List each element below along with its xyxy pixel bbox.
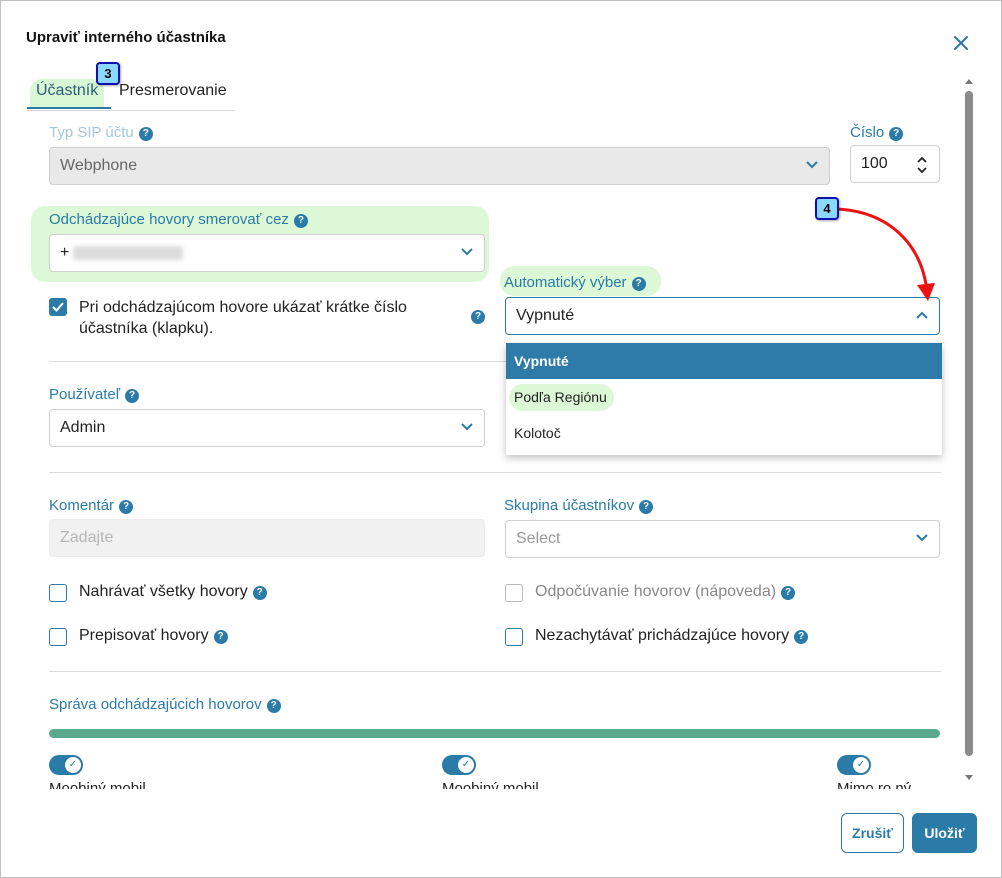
number-value: 100	[861, 155, 888, 172]
divider	[49, 671, 941, 672]
annotation-badge-3: 3	[96, 62, 120, 85]
comment-input[interactable]: Zadajte	[49, 519, 485, 557]
show-extension-line1: Pri odchádzajúcom hovore ukázať krátke č…	[79, 299, 407, 316]
eavesdrop-label: Odpočúvanie hovorov (nápoveda)?	[535, 583, 796, 601]
number-input[interactable]: 100	[850, 145, 940, 183]
option-kolotoc[interactable]: Kolotoč	[506, 415, 942, 451]
help-icon[interactable]: ?	[781, 586, 796, 600]
divider	[49, 472, 941, 473]
user-label: Používateľ?	[49, 386, 140, 403]
tab-redirect[interactable]: Presmerovanie	[119, 79, 227, 107]
scroll-down-icon[interactable]	[964, 774, 974, 782]
option-podla-regionu[interactable]: Podľa Regiónu	[506, 379, 942, 415]
no-intercept-label: Nezachytávať prichádzajúce hovory?	[535, 627, 809, 645]
help-icon[interactable]: ?	[266, 699, 281, 713]
outgoing-route-value: +	[60, 244, 70, 261]
tab-bar: Účastník Presmerovanie	[26, 79, 235, 111]
record-all-label: Nahrávať všetky hovory?	[79, 583, 267, 601]
auto-select-value: Vypnuté	[516, 307, 575, 324]
show-extension-label: Pri odchádzajúcom hovore ukázať krátke č…	[79, 297, 407, 339]
help-icon[interactable]: ?	[889, 127, 904, 141]
group-select[interactable]: Select	[505, 520, 940, 558]
help-icon[interactable]: ?	[119, 500, 134, 514]
help-icon[interactable]: ?	[631, 277, 646, 291]
help-icon[interactable]: ?	[471, 310, 485, 324]
check-icon	[52, 302, 64, 312]
auto-select-dropdown: Vypnuté Podľa Regiónu Kolotoč	[506, 343, 942, 455]
show-extension-line2: účastníka (klapku).	[79, 320, 214, 337]
help-icon[interactable]: ?	[794, 630, 809, 644]
chevron-down-icon	[916, 534, 928, 542]
help-icon[interactable]: ?	[639, 500, 654, 514]
overwrite-checkbox[interactable]	[49, 628, 67, 646]
comment-label: Komentár?	[49, 497, 134, 514]
clipped-toggle-label: Mimo ro ný	[837, 781, 911, 789]
help-icon[interactable]: ?	[125, 389, 140, 403]
save-button[interactable]: Uložiť	[912, 813, 977, 853]
annotation-arrow	[835, 207, 935, 301]
user-value: Admin	[60, 419, 106, 436]
outgoing-route-select[interactable]: +	[49, 234, 485, 272]
progress-fill	[49, 729, 940, 738]
help-icon[interactable]: ?	[252, 586, 267, 600]
overwrite-label: Prepisovať hovory?	[79, 627, 228, 645]
sip-type-select[interactable]: Webphone	[49, 147, 830, 185]
help-icon[interactable]: ?	[213, 630, 228, 644]
clipped-toggle-label: Moobiný mobil	[442, 781, 539, 789]
option-vypnute[interactable]: Vypnuté	[506, 343, 942, 379]
edit-participant-dialog: Upraviť interného účastníka Účastník Pre…	[0, 0, 1002, 878]
show-extension-checkbox[interactable]	[49, 298, 67, 316]
sip-type-label: Typ SIP účtu?	[49, 124, 153, 141]
eavesdrop-checkbox[interactable]	[505, 584, 523, 602]
outgoing-route-label: Odchádzajúce hovory smerovať cez?	[49, 211, 308, 228]
user-select[interactable]: Admin	[49, 409, 485, 447]
toggle-switch[interactable]	[49, 755, 83, 775]
annotation-badge-4: 4	[815, 197, 839, 220]
dialog-title: Upraviť interného účastníka	[26, 29, 226, 46]
group-label: Skupina účastníkov?	[504, 497, 654, 514]
chevron-down-icon	[806, 161, 818, 169]
close-icon[interactable]	[951, 33, 971, 53]
help-icon[interactable]: ?	[138, 127, 153, 141]
outgoing-mgmt-progress	[49, 729, 940, 738]
no-intercept-checkbox[interactable]	[505, 628, 523, 646]
record-all-checkbox[interactable]	[49, 584, 67, 602]
group-placeholder: Select	[516, 530, 561, 547]
spinner-icon[interactable]	[917, 155, 927, 175]
help-icon[interactable]: ?	[293, 214, 308, 228]
toggle-switch[interactable]	[837, 755, 871, 775]
scroll-up-icon[interactable]	[964, 77, 974, 85]
chevron-up-icon	[916, 311, 928, 319]
redacted-number	[73, 245, 184, 260]
clipped-toggle-label: Moobiný mobil	[49, 781, 146, 789]
comment-placeholder: Zadajte	[60, 529, 114, 546]
number-label: Číslo?	[850, 124, 904, 141]
cancel-button[interactable]: Zrušiť	[841, 813, 904, 853]
toggle-switch[interactable]	[442, 755, 476, 775]
auto-select-label: Automatický výber?	[504, 274, 646, 291]
tab-participant[interactable]: Účastník	[26, 79, 112, 109]
chevron-down-icon	[461, 248, 473, 256]
chevron-down-icon	[461, 423, 473, 431]
scrollbar-thumb[interactable]	[965, 91, 973, 756]
sip-type-value: Webphone	[60, 157, 138, 174]
outgoing-mgmt-label: Správa odchádzajúcich hovorov?	[49, 696, 281, 713]
